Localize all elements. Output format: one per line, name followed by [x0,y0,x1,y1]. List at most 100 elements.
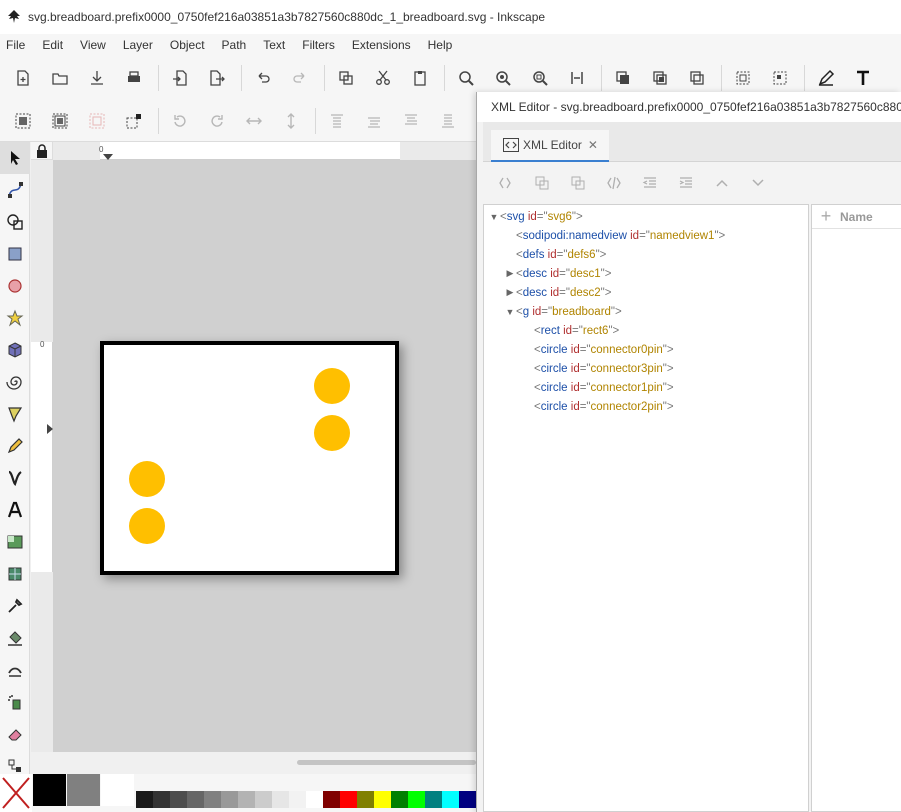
palette-swatch[interactable] [425,791,442,808]
gray-swatch[interactable] [67,774,100,806]
tree-node-svg[interactable]: ▼ < svg id =" svg6 "> [488,207,583,226]
tree-node-connector0pin[interactable]: < circle id =" connector0pin "> [534,340,674,359]
connector-pin[interactable] [129,461,165,497]
palette-swatch[interactable] [204,791,221,808]
tree-node-defs[interactable]: < defs id =" defs6 "> [516,245,606,264]
lower-node-button[interactable] [743,168,773,198]
collapse-triangle-icon[interactable]: ▼ [504,307,516,317]
palette-swatch[interactable] [340,791,357,808]
no-paint-swatch[interactable] [0,774,32,812]
spray-tool[interactable] [0,686,30,718]
rectangle-tool[interactable] [0,238,30,270]
selector-tool[interactable] [0,142,30,174]
pencil-tool[interactable] [0,430,30,462]
unindent-node-button[interactable] [635,168,665,198]
raise-button[interactable] [359,106,389,136]
3d-box-tool[interactable] [0,334,30,366]
unlink-clone-button[interactable] [682,63,712,93]
ellipse-tool[interactable] [0,270,30,302]
tree-node-connector1pin[interactable]: < circle id =" connector1pin "> [534,378,674,397]
zoom-width-button[interactable] [562,63,592,93]
tree-node-desc2[interactable]: ▶ < desc id =" desc2 "> [504,283,612,302]
vertical-ruler[interactable]: 0 [31,160,53,752]
pen-tool[interactable] [0,398,30,430]
palette-swatch[interactable] [221,791,238,808]
xml-node-tree[interactable]: ▼ < svg id =" svg6 "> < sodipodi:namedview id… [483,204,809,812]
copy-button[interactable] [331,63,361,93]
node-tool[interactable] [0,174,30,206]
new-document-button[interactable] [8,63,38,93]
palette-swatch[interactable] [238,791,255,808]
palette-swatch[interactable] [374,791,391,808]
menu-path[interactable]: Path [222,38,247,52]
tab-close-button[interactable]: ✕ [588,138,598,152]
palette-swatch[interactable] [272,791,289,808]
cut-button[interactable] [368,63,398,93]
tree-node-connector3pin[interactable]: < circle id =" connector3pin "> [534,359,674,378]
export-button[interactable] [202,63,232,93]
white-swatch[interactable] [101,774,134,806]
duplicate-button[interactable] [608,63,638,93]
connector-pin[interactable] [314,415,350,451]
group-button[interactable] [728,63,758,93]
palette-swatch[interactable] [459,791,476,808]
menu-file[interactable]: File [6,38,25,52]
new-text-node-button[interactable] [527,168,557,198]
calligraphy-tool[interactable] [0,462,30,494]
duplicate-node-button[interactable] [563,168,593,198]
raise-to-top-button[interactable] [322,106,352,136]
scrollbar-thumb[interactable] [297,760,476,765]
palette-swatch[interactable] [306,791,323,808]
palette-swatch[interactable] [357,791,374,808]
indent-node-button[interactable] [671,168,701,198]
tweak-tool[interactable] [0,654,30,686]
zoom-selection-button[interactable] [451,63,481,93]
palette-swatch[interactable] [323,791,340,808]
breadboard-rect[interactable] [100,341,399,575]
menu-view[interactable]: View [80,38,106,52]
palette-swatch[interactable] [187,791,204,808]
palette-swatch[interactable] [391,791,408,808]
connector-pin[interactable] [314,368,350,404]
eraser-tool[interactable] [0,718,30,750]
new-element-node-button[interactable] [491,168,521,198]
star-tool[interactable] [0,302,30,334]
print-button[interactable] [119,63,149,93]
rotate-cw-button[interactable] [202,106,232,136]
tab-xml-editor[interactable]: XML Editor ✕ [491,130,609,162]
tree-node-rect6[interactable]: < rect id =" rect6 "> [534,321,619,340]
palette-swatch[interactable] [442,791,459,808]
undo-button[interactable] [248,63,278,93]
dropper-tool[interactable] [0,590,30,622]
tree-node-connector2pin[interactable]: < circle id =" connector2pin "> [534,397,674,416]
tree-node-breadboard-group[interactable]: ▼ < g id =" breadboard "> [504,302,622,321]
select-all-layers-button[interactable] [45,106,75,136]
flip-vertical-button[interactable] [276,106,306,136]
redo-button[interactable] [285,63,315,93]
menu-extensions[interactable]: Extensions [352,38,411,52]
ruler-lock[interactable] [31,142,53,160]
horizontal-ruler[interactable]: 0 [53,142,476,160]
menu-edit[interactable]: Edit [42,38,63,52]
ungroup-button[interactable] [765,63,795,93]
tree-node-namedview[interactable]: < sodipodi:namedview id =" namedview1 "> [516,226,725,245]
collapse-triangle-icon[interactable]: ▼ [488,212,500,222]
paste-button[interactable] [405,63,435,93]
deselect-button[interactable] [82,106,112,136]
text-font-button[interactable] [848,63,878,93]
paint-bucket-tool[interactable] [0,622,30,654]
save-button[interactable] [82,63,112,93]
mesh-tool[interactable] [0,558,30,590]
palette-swatch[interactable] [136,791,153,808]
menu-help[interactable]: Help [428,38,453,52]
delete-node-button[interactable] [599,168,629,198]
connector-pin[interactable] [129,508,165,544]
text-tool[interactable] [0,494,30,526]
black-swatch[interactable] [33,774,66,806]
horizontal-scrollbar[interactable] [53,752,476,774]
palette-swatch[interactable] [408,791,425,808]
palette-swatch[interactable] [153,791,170,808]
palette-swatch[interactable] [170,791,187,808]
shape-builder-tool[interactable] [0,206,30,238]
menu-filters[interactable]: Filters [302,38,335,52]
